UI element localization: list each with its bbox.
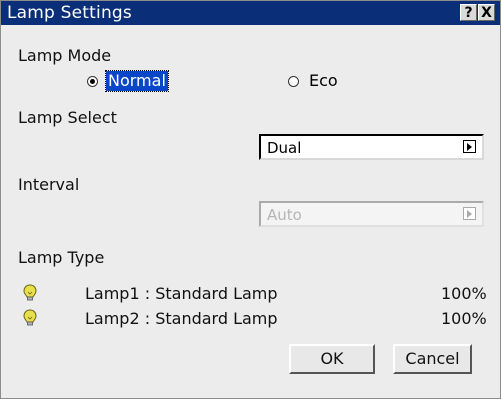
close-button[interactable]: X [478,4,495,21]
interval-value: Auto [267,206,302,224]
radio-eco-label[interactable]: Eco [307,71,340,91]
lamp-select-dropdown[interactable]: Dual [259,134,484,160]
dropdown-arrow-icon [463,207,476,220]
title-bar[interactable]: Lamp Settings ? X [1,1,500,25]
radio-eco[interactable]: Eco [288,71,340,91]
cancel-button[interactable]: Cancel [393,344,472,374]
radio-normal-indicator[interactable] [87,75,98,87]
lamp2-percent: 100% [441,309,487,328]
lamp-settings-dialog: Lamp Settings ? X Lamp Mode Normal Eco L… [0,0,501,399]
lamp1-name: Lamp1 : Standard Lamp [85,284,278,303]
lightbulb-icon [23,309,37,326]
window-title: Lamp Settings [7,3,132,23]
lamp-select-label: Lamp Select [18,108,117,127]
interval-dropdown: Auto [259,201,484,227]
radio-normal[interactable]: Normal [87,70,169,92]
help-button[interactable]: ? [460,4,477,21]
radio-normal-label[interactable]: Normal [105,70,169,92]
lamp-mode-label: Lamp Mode [18,46,112,65]
lightbulb-icon [23,284,37,301]
radio-eco-indicator[interactable] [288,75,299,87]
lamp-type-label: Lamp Type [18,248,105,267]
interval-label: Interval [18,175,80,194]
dropdown-arrow-icon[interactable] [463,140,476,153]
lamp1-percent: 100% [441,284,487,303]
ok-button[interactable]: OK [289,344,375,374]
lamp-select-value: Dual [267,139,302,157]
lamp2-name: Lamp2 : Standard Lamp [85,309,278,328]
